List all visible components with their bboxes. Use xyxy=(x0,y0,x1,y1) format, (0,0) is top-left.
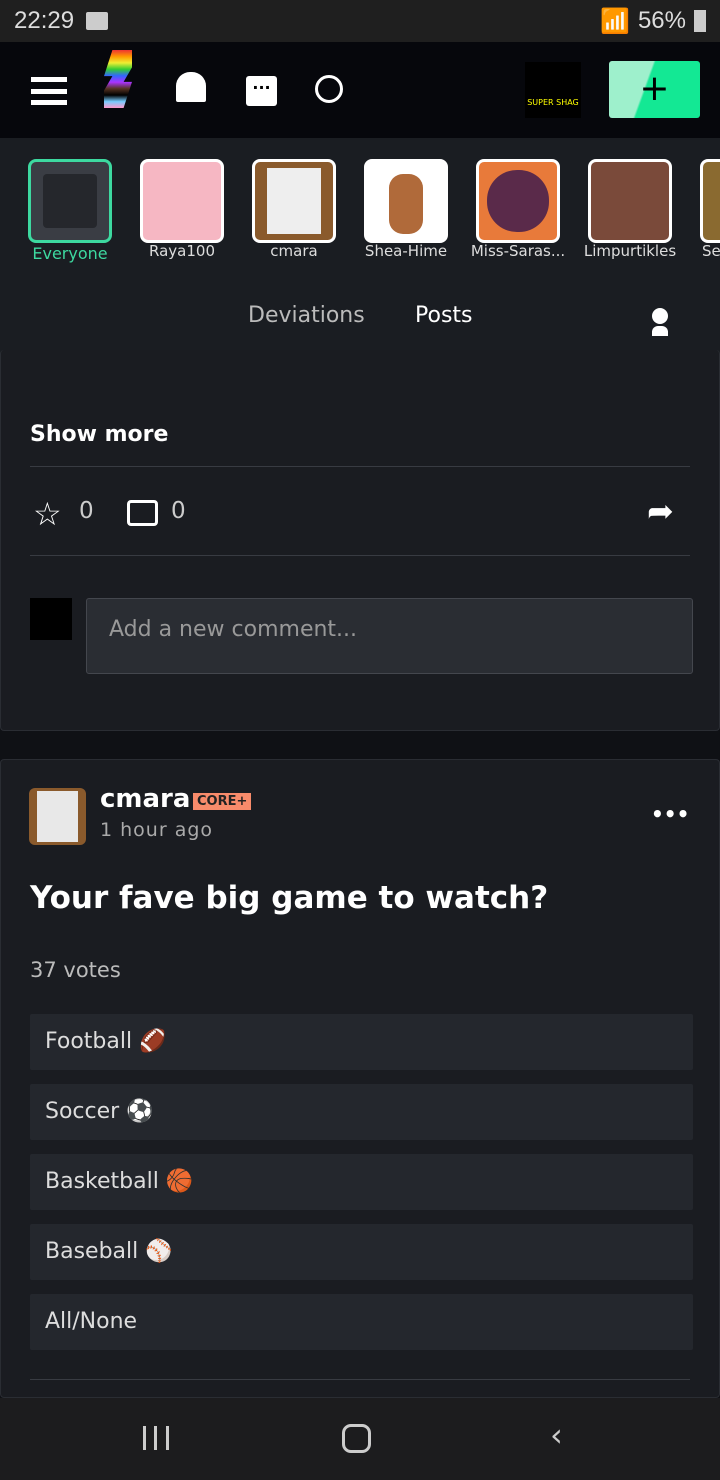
user-avatar[interactable]: SUPER SHAG xyxy=(525,62,581,118)
comment-input[interactable]: Add a new comment... xyxy=(86,598,693,674)
friend-avatar[interactable] xyxy=(700,159,720,243)
friend-avatar[interactable] xyxy=(364,159,448,243)
battery-icon xyxy=(694,10,706,32)
back-icon[interactable]: ‹ xyxy=(550,1416,563,1454)
author-avatar[interactable] xyxy=(29,788,86,845)
friend-label: Raya100 xyxy=(149,242,215,260)
show-more-link[interactable]: Show more xyxy=(30,422,168,447)
friend-avatar[interactable] xyxy=(588,159,672,243)
everyone-avatar[interactable] xyxy=(28,159,112,243)
friends-strip: Everyone Raya100 cmara Shea-Hime Miss-Sa… xyxy=(0,138,720,358)
friend-avatar[interactable] xyxy=(140,159,224,243)
vote-count: 37 votes xyxy=(30,958,121,982)
friend-label: Miss-Saras... xyxy=(470,242,566,260)
user-search-icon[interactable] xyxy=(652,308,672,338)
clock: 22:29 xyxy=(14,7,75,34)
core-badge: CORE+ xyxy=(193,793,252,810)
divider xyxy=(30,1379,690,1380)
messages-icon[interactable]: ··· xyxy=(246,76,277,106)
poll-option[interactable]: All/None xyxy=(30,1294,693,1350)
deviantart-logo-icon[interactable] xyxy=(104,50,132,108)
friend-label: Se xyxy=(702,242,720,260)
post-title: Your fave big game to watch? xyxy=(30,880,549,916)
poll-option[interactable]: Baseball ⚾ xyxy=(30,1224,693,1280)
friend-avatar[interactable] xyxy=(476,159,560,243)
home-icon[interactable] xyxy=(342,1424,371,1453)
post-time: 1 hour ago xyxy=(100,819,214,841)
create-button[interactable]: + xyxy=(609,61,700,118)
poll-option[interactable]: Basketball 🏀 xyxy=(30,1154,693,1210)
notifications-bell-icon[interactable] xyxy=(176,72,206,102)
previous-post-card: Show more ☆ 0 0 ➦ Add a new comment... xyxy=(0,350,720,731)
system-navigation-bar: ‹ xyxy=(0,1398,720,1480)
friend-label: Limpurtikles xyxy=(583,242,677,260)
poll-option[interactable]: Soccer ⚽ xyxy=(30,1084,693,1140)
friend-label: Everyone xyxy=(32,244,108,263)
commenter-avatar xyxy=(30,598,72,640)
poll-option[interactable]: Football 🏈 xyxy=(30,1014,693,1070)
top-navigation: ··· SUPER SHAG + xyxy=(0,42,720,138)
search-icon[interactable] xyxy=(315,75,343,103)
star-icon[interactable]: ☆ xyxy=(33,495,62,533)
gallery-icon xyxy=(86,12,109,30)
favorites-count: 0 xyxy=(79,498,94,524)
friend-label: cmara xyxy=(270,242,318,260)
battery-text: 56% xyxy=(637,7,686,34)
more-options-icon[interactable]: ••• xyxy=(651,802,689,826)
recent-apps-icon[interactable] xyxy=(143,1426,169,1450)
friend-label: Shea-Hime xyxy=(364,242,448,260)
comments-count: 0 xyxy=(171,498,186,524)
author-name[interactable]: cmara xyxy=(100,784,190,814)
wifi-icon: 📶 xyxy=(600,7,630,35)
share-icon[interactable]: ➦ xyxy=(647,492,674,530)
friend-avatar[interactable] xyxy=(252,159,336,243)
status-bar: 22:29 📶 56% xyxy=(0,0,720,42)
comment-icon[interactable] xyxy=(127,500,158,526)
tab-deviations[interactable]: Deviations xyxy=(248,303,365,328)
divider xyxy=(30,466,690,467)
poll-post-card: cmara CORE+ 1 hour ago ••• Your fave big… xyxy=(0,759,720,1398)
divider xyxy=(30,555,690,556)
menu-icon[interactable] xyxy=(31,77,67,105)
tab-posts[interactable]: Posts xyxy=(415,303,473,328)
